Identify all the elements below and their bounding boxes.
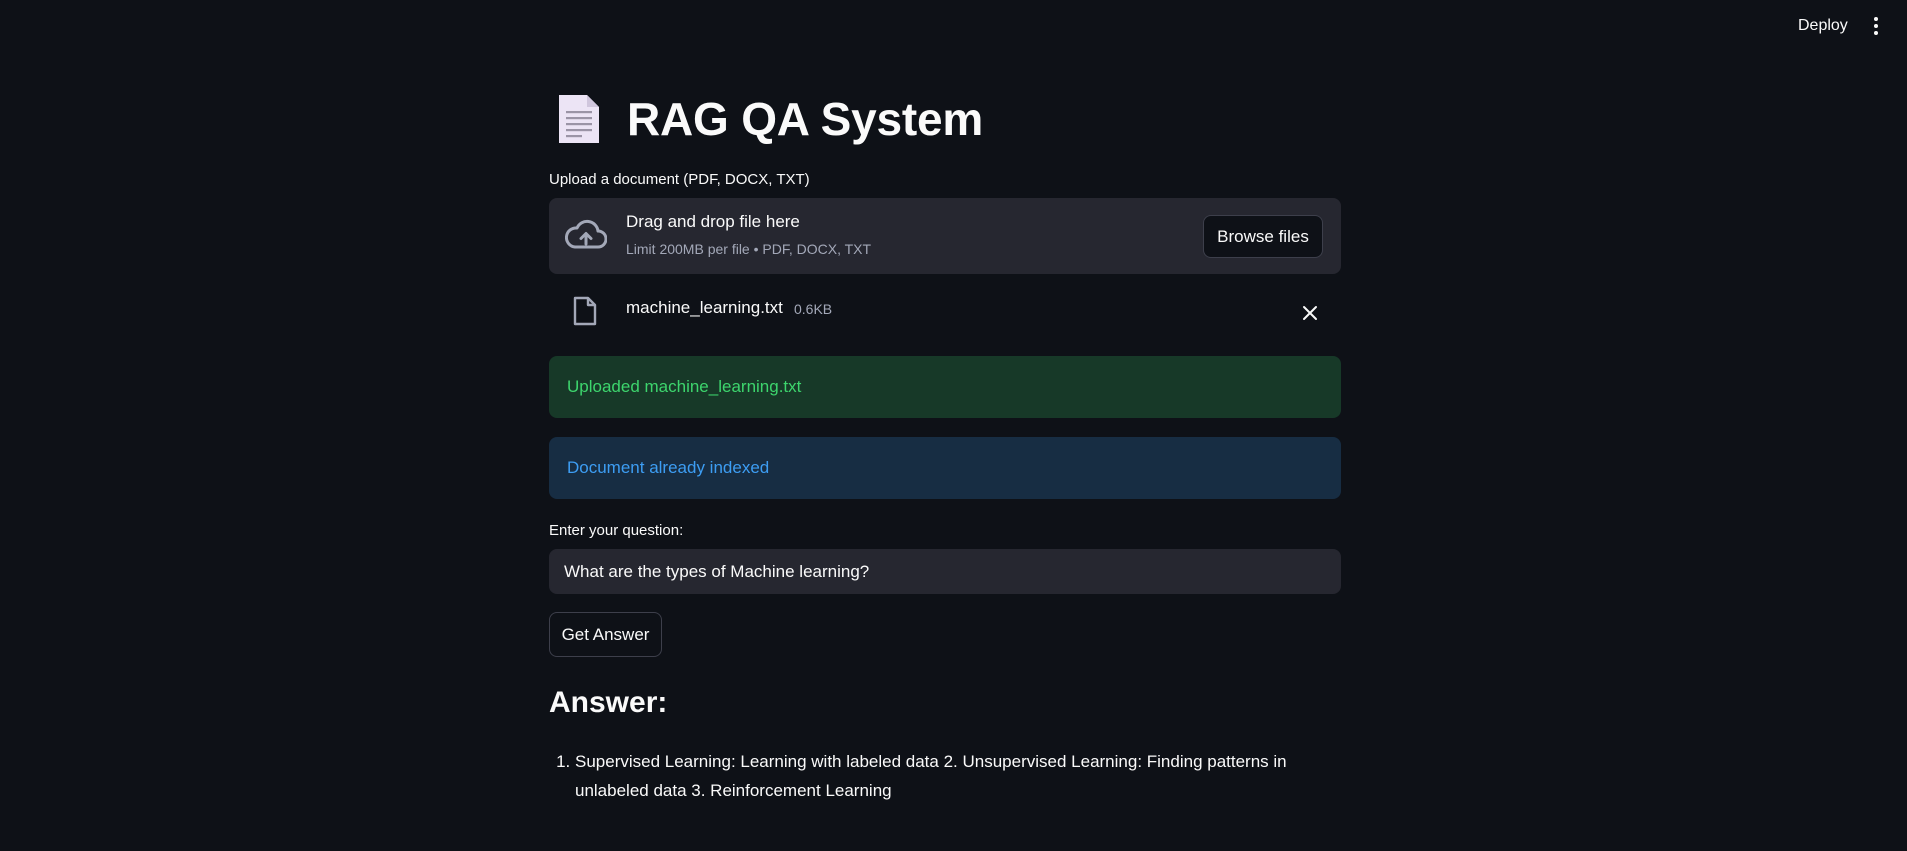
uploaded-file-size: 0.6KB <box>794 301 833 317</box>
answer-list-item: Supervised Learning: Learning with label… <box>575 747 1341 805</box>
get-answer-button[interactable]: Get Answer <box>549 612 662 657</box>
top-toolbar: Deploy <box>0 0 1907 52</box>
upload-success-alert: Uploaded machine_learning.txt <box>549 356 1341 418</box>
uploaded-file-name: machine_learning.txt <box>626 298 783 317</box>
vertical-dots-icon <box>1874 17 1878 35</box>
upload-label: Upload a document (PDF, DOCX, TXT) <box>549 171 810 188</box>
remove-file-button[interactable] <box>1299 302 1321 324</box>
file-dropzone[interactable]: Drag and drop file here Limit 200MB per … <box>549 198 1341 274</box>
uploaded-file-row: machine_learning.txt 0.6KB <box>549 294 1341 332</box>
document-icon <box>559 95 599 143</box>
answer-heading: Answer: <box>549 686 668 719</box>
title-row: RAG QA System <box>557 88 983 150</box>
browse-files-button[interactable]: Browse files <box>1203 215 1323 258</box>
dropzone-title: Drag and drop file here <box>626 212 800 231</box>
info-alert-text: Document already indexed <box>567 458 770 477</box>
page-title: RAG QA System <box>627 93 984 145</box>
main-menu-button[interactable] <box>1864 13 1888 39</box>
dropzone-subtitle: Limit 200MB per file • PDF, DOCX, TXT <box>626 241 872 257</box>
answer-list: Supervised Learning: Learning with label… <box>549 747 1341 805</box>
file-icon <box>573 296 597 326</box>
cloud-upload-icon <box>565 219 607 249</box>
close-icon <box>1303 306 1317 320</box>
success-alert-text: Uploaded machine_learning.txt <box>567 377 802 396</box>
indexed-info-alert: Document already indexed <box>549 437 1341 499</box>
deploy-button[interactable]: Deploy <box>1790 13 1856 39</box>
question-label: Enter your question: <box>549 522 684 539</box>
question-input[interactable] <box>549 549 1341 594</box>
